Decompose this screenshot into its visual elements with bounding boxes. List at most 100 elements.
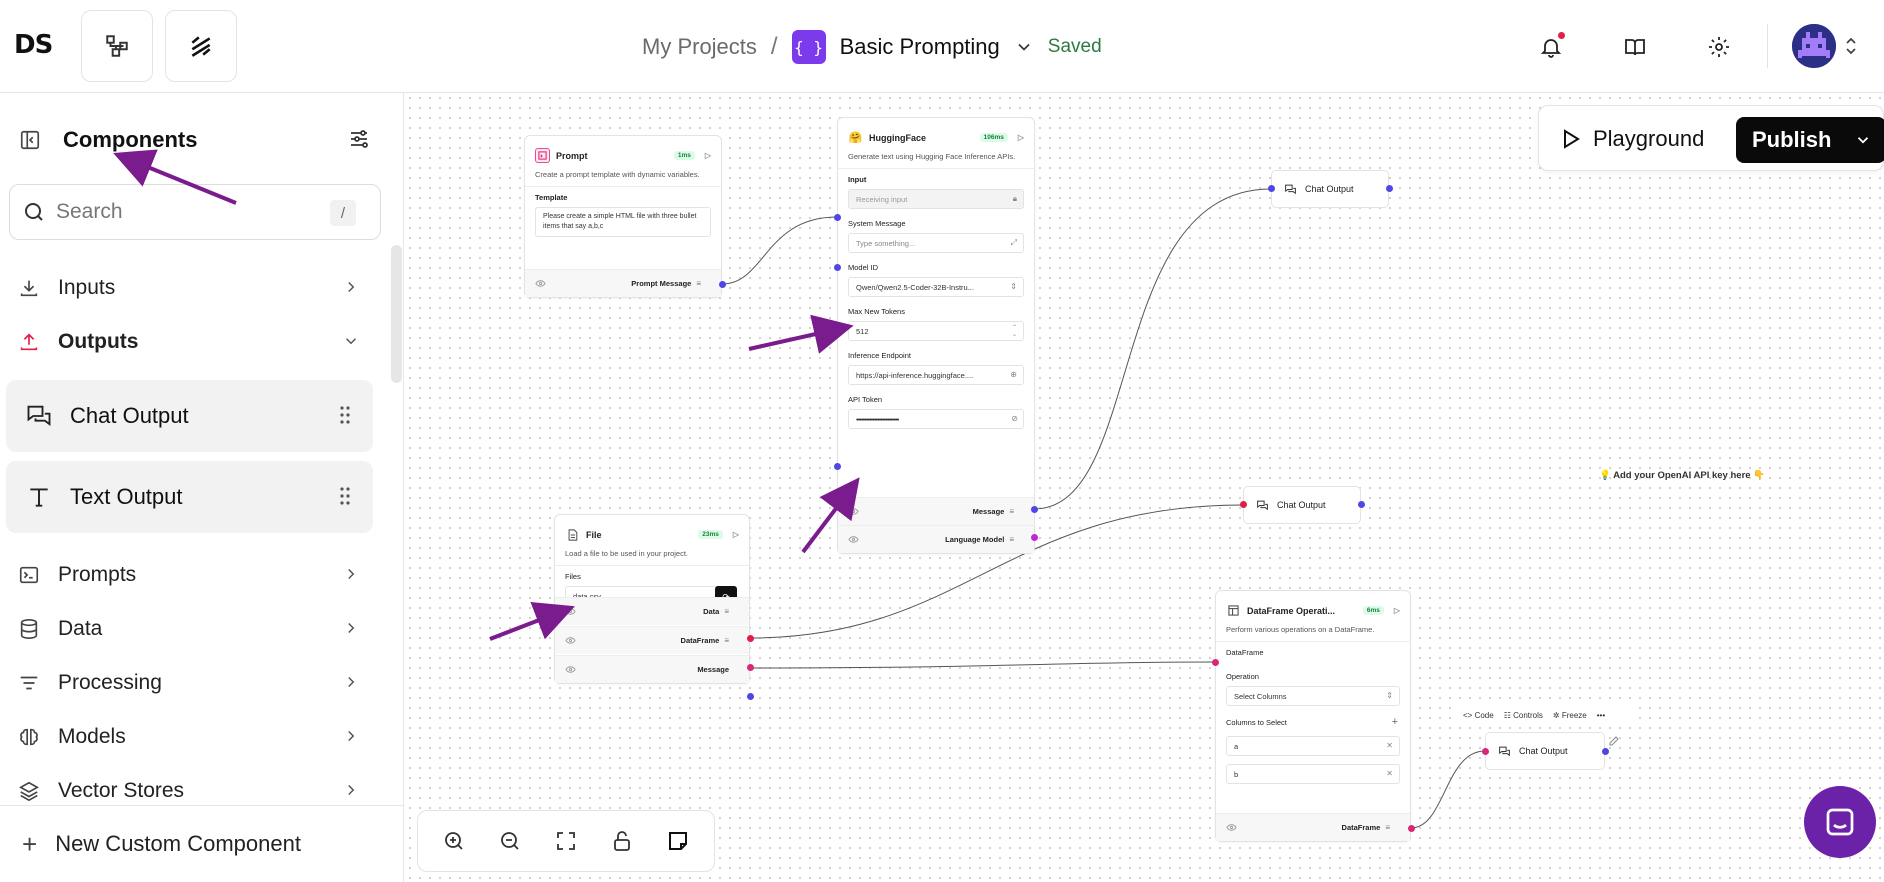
- sidebar-item-label: Data: [58, 617, 103, 640]
- list-icon[interactable]: ≡: [696, 279, 701, 288]
- play-icon[interactable]: ▷: [1018, 133, 1024, 142]
- output-handle[interactable]: [747, 693, 754, 700]
- list-icon[interactable]: ≡: [1385, 823, 1390, 832]
- operation-select[interactable]: Select Columns ⇕: [1226, 686, 1400, 706]
- eye-icon[interactable]: [565, 665, 576, 676]
- drag-handle-icon[interactable]: [339, 405, 351, 425]
- component-text-output[interactable]: Text Output: [6, 461, 373, 533]
- eye-icon[interactable]: [565, 607, 576, 618]
- flow-canvas[interactable]: Prompt 1ms ▷ Create a prompt template wi…: [405, 93, 1884, 882]
- eye-icon[interactable]: [848, 535, 859, 546]
- more-icon[interactable]: •••: [1597, 711, 1605, 720]
- eye-icon[interactable]: [535, 279, 546, 290]
- output-handle[interactable]: [1408, 825, 1415, 832]
- output-handle[interactable]: [747, 635, 754, 642]
- zoom-out-button[interactable]: [492, 823, 528, 859]
- output-handle[interactable]: [1602, 748, 1609, 755]
- input-handle[interactable]: [834, 264, 841, 271]
- output-handle[interactable]: [1031, 506, 1038, 513]
- stepper-icon[interactable]: ⌃ ⌄: [1012, 324, 1017, 338]
- sliders-icon[interactable]: [347, 127, 371, 151]
- project-name[interactable]: Basic Prompting: [840, 34, 1000, 60]
- docs-button[interactable]: [1618, 30, 1652, 64]
- eye-icon[interactable]: [565, 636, 576, 647]
- playground-button[interactable]: Playground: [1561, 119, 1704, 159]
- dataframe-operations-node[interactable]: DataFrame Operati... 6ms ▷ Perform vario…: [1215, 590, 1411, 842]
- chevron-updown-icon[interactable]: [1843, 35, 1859, 57]
- code-button[interactable]: <> Code: [1463, 711, 1494, 720]
- close-icon[interactable]: ✕: [1386, 769, 1393, 778]
- play-icon[interactable]: ▷: [733, 530, 739, 539]
- sidebar-item-prompts[interactable]: Prompts: [0, 550, 380, 600]
- zoom-in-button[interactable]: [436, 823, 472, 859]
- endpoint-input[interactable]: https://api-inference.huggingface.... ⊕: [848, 365, 1024, 385]
- max-tokens-input[interactable]: 512 ⌃ ⌄: [848, 321, 1024, 341]
- prompt-node[interactable]: Prompt 1ms ▷ Create a prompt template wi…: [524, 135, 722, 298]
- collapse-sidebar-icon[interactable]: [19, 129, 41, 151]
- fit-view-button[interactable]: [548, 823, 584, 859]
- template-field[interactable]: Please create a simple HTML file with th…: [535, 207, 711, 237]
- notifications-button[interactable]: [1534, 30, 1568, 64]
- app-logo[interactable]: DS: [14, 30, 53, 60]
- globe-icon[interactable]: ⊕: [1010, 370, 1017, 379]
- input-handle[interactable]: [834, 214, 841, 221]
- output-handle[interactable]: [719, 281, 726, 288]
- lock-button[interactable]: [604, 823, 640, 859]
- breadcrumb-projects-link[interactable]: My Projects: [642, 34, 757, 60]
- eye-icon[interactable]: [848, 507, 859, 518]
- output-handle[interactable]: [1386, 185, 1393, 192]
- sidebar-item-outputs[interactable]: Outputs: [0, 317, 380, 367]
- play-icon[interactable]: ▷: [1394, 606, 1400, 615]
- expand-icon[interactable]: ⤢: [1011, 238, 1017, 248]
- chat-output-node[interactable]: Chat Output: [1485, 732, 1605, 770]
- freeze-button[interactable]: ✲ Freeze: [1553, 711, 1587, 720]
- logs-view-button[interactable]: [165, 10, 237, 82]
- output-handle[interactable]: [1358, 501, 1365, 508]
- eye-icon[interactable]: [1226, 823, 1237, 834]
- input-handle[interactable]: [834, 463, 841, 470]
- add-icon[interactable]: +: [1392, 716, 1398, 728]
- sidebar-item-models[interactable]: Models: [0, 712, 380, 762]
- chevron-down-icon[interactable]: [1014, 37, 1034, 57]
- chat-output-node[interactable]: Chat Output: [1271, 170, 1389, 208]
- chat-output-node[interactable]: Chat Output: [1243, 486, 1361, 524]
- list-icon[interactable]: ≡: [724, 607, 729, 616]
- support-chat-button[interactable]: [1804, 786, 1876, 858]
- input-handle[interactable]: [1268, 185, 1275, 192]
- new-custom-component-button[interactable]: + New Custom Component: [0, 805, 404, 882]
- input-handle[interactable]: [1212, 659, 1219, 666]
- avatar[interactable]: [1792, 24, 1836, 68]
- system-message-field[interactable]: Type something... ⤢: [848, 233, 1024, 253]
- list-icon[interactable]: ≡: [1009, 535, 1014, 544]
- search-box[interactable]: /: [9, 184, 381, 240]
- note-button[interactable]: [660, 823, 696, 859]
- list-icon[interactable]: ≡: [1009, 507, 1014, 516]
- close-icon[interactable]: ✕: [1386, 741, 1393, 750]
- huggingface-node[interactable]: 🤗 HuggingFace 106ms ▷ Generate text usin…: [837, 117, 1035, 554]
- list-icon[interactable]: ≡: [724, 636, 729, 645]
- sidebar-item-processing[interactable]: Processing: [0, 658, 380, 708]
- sidebar-scrollbar[interactable]: [391, 245, 402, 383]
- settings-button[interactable]: [1702, 30, 1736, 64]
- api-token-label: API Token: [848, 395, 883, 404]
- sidebar-item-data[interactable]: Data: [0, 604, 380, 654]
- input-handle[interactable]: [1482, 748, 1489, 755]
- api-token-input[interactable]: •••••••••••••••••••••••••• ⊘: [848, 409, 1024, 429]
- column-item[interactable]: b ✕: [1226, 764, 1400, 784]
- output-handle[interactable]: [747, 664, 754, 671]
- sidebar-item-inputs[interactable]: Inputs: [0, 263, 380, 313]
- drag-handle-icon[interactable]: [339, 486, 351, 506]
- edit-pencil-icon[interactable]: [1608, 735, 1620, 747]
- file-node[interactable]: File 23ms ▷ Load a file to be used in yo…: [554, 514, 750, 684]
- eye-off-icon[interactable]: ⊘: [1011, 414, 1018, 423]
- input-handle[interactable]: [1240, 501, 1247, 508]
- play-icon[interactable]: ▷: [705, 151, 711, 160]
- model-id-select[interactable]: Qwen/Qwen2.5-Coder-32B-Instru... ⇕: [848, 277, 1024, 297]
- search-input[interactable]: [56, 197, 316, 227]
- controls-button[interactable]: ☷ Controls: [1504, 711, 1543, 720]
- flow-view-button[interactable]: [81, 10, 153, 82]
- publish-button[interactable]: Publish: [1736, 117, 1884, 163]
- component-chat-output[interactable]: Chat Output: [6, 380, 373, 452]
- column-item[interactable]: a ✕: [1226, 736, 1400, 756]
- output-handle[interactable]: [1031, 534, 1038, 541]
